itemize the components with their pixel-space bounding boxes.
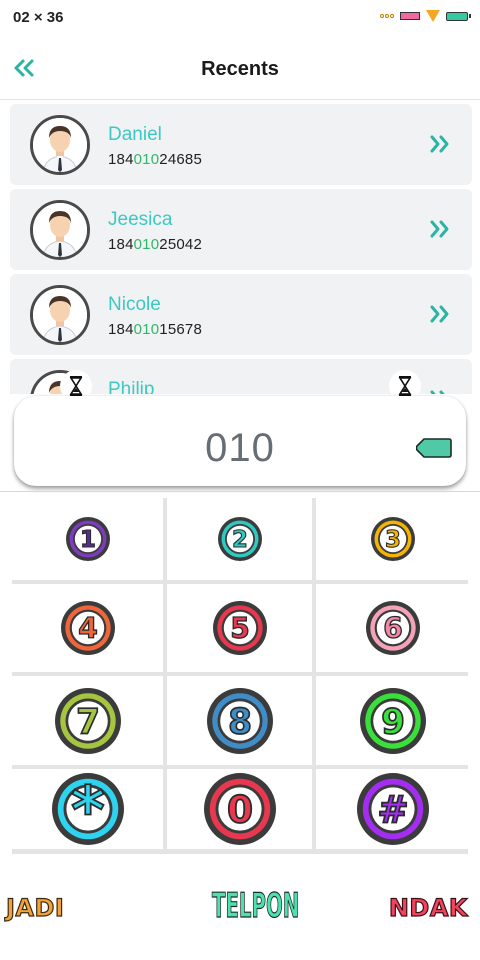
contact-number: 18401024685: [108, 151, 202, 168]
key-5-button[interactable]: 5: [167, 584, 312, 672]
avatar: [30, 200, 90, 260]
jadi-button[interactable]: JADI: [5, 893, 64, 922]
double-chevron-right-icon: [430, 390, 445, 394]
double-chevron-right-icon: [430, 220, 449, 238]
key-label: 9: [381, 702, 405, 742]
status-icons: [380, 10, 471, 22]
key-3-icon: 3: [371, 517, 415, 561]
contact-name: Jeesica: [108, 209, 173, 230]
key-label: 6: [383, 612, 403, 645]
key-label: 8: [228, 702, 252, 742]
key-label: 1: [80, 527, 96, 553]
divider: [0, 491, 480, 492]
key-1-button[interactable]: 1: [12, 498, 163, 580]
key-5-icon: 5: [212, 601, 267, 655]
key-label: *: [71, 773, 105, 847]
key-2-button[interactable]: 2: [167, 498, 312, 580]
key-9-button[interactable]: 9: [316, 676, 470, 765]
more-dots-icon: [380, 14, 394, 18]
keypad: 1 2 3 4 5 6 7 8 9 * 0 #: [12, 498, 470, 854]
key-label: 2: [232, 527, 248, 553]
key-8-icon: 8: [206, 687, 273, 754]
key-6-button[interactable]: 6: [316, 584, 470, 672]
avatar: [30, 285, 90, 345]
key-label: 3: [385, 527, 401, 553]
key-label: 4: [78, 612, 98, 645]
ndak-button[interactable]: NDAK: [388, 893, 468, 922]
key-1-icon: 1: [65, 517, 110, 561]
contact-name: Daniel: [108, 124, 162, 145]
page-title: Recents: [201, 58, 279, 80]
key-label: 7: [76, 702, 100, 742]
recents-list: Daniel 18401024685 Jeesica 18401025042 N…: [10, 104, 472, 394]
dial-input-card: 010: [14, 396, 466, 486]
key-0-button[interactable]: 0: [167, 769, 312, 849]
call-contact-button[interactable]: [428, 132, 452, 156]
call-contact-button[interactable]: [428, 387, 452, 394]
wifi-icon: [426, 10, 440, 22]
dial-input[interactable]: 010: [14, 426, 466, 471]
backspace-button[interactable]: [415, 438, 452, 458]
key-7-icon: 7: [54, 687, 121, 754]
backspace-icon: [415, 438, 452, 458]
telpon-button[interactable]: TELPON: [212, 885, 300, 926]
key-9-icon: 9: [360, 687, 426, 754]
contact-number: 18401025042: [108, 236, 202, 253]
contact-item-jeesica[interactable]: Jeesica 18401025042: [10, 189, 472, 270]
dialer-screen: 02 × 36 Recents Daniel 18401024685 Jeesi…: [0, 0, 480, 960]
key-hash-icon: #: [357, 773, 429, 845]
double-chevron-right-icon: [430, 305, 449, 323]
battery-icon: [446, 11, 471, 21]
header: Recents: [0, 40, 480, 100]
key-2-icon: 2: [217, 517, 262, 561]
status-bar: 02 × 36: [0, 0, 480, 34]
contact-item-daniel[interactable]: Daniel 18401024685: [10, 104, 472, 185]
notification-icon: [400, 12, 420, 20]
call-contact-button[interactable]: [428, 217, 452, 241]
contact-name: Nicole: [108, 294, 161, 315]
key-3-button[interactable]: 3: [316, 498, 470, 580]
key-0-icon: 0: [203, 773, 276, 845]
avatar: [30, 115, 90, 175]
key-star-button[interactable]: *: [12, 769, 163, 849]
key-4-icon: 4: [60, 601, 115, 655]
double-chevron-right-icon: [430, 135, 449, 153]
key-label: 5: [230, 612, 250, 645]
key-label: 0: [226, 787, 252, 831]
key-hash-button[interactable]: #: [316, 769, 470, 849]
contact-name: Philip: [108, 379, 155, 394]
key-8-button[interactable]: 8: [167, 676, 312, 765]
status-time: 02 × 36: [13, 9, 64, 26]
contact-item-nicole[interactable]: Nicole 18401015678: [10, 274, 472, 355]
bottom-actions: JADI TELPON NDAK: [0, 878, 480, 938]
key-6-icon: 6: [366, 601, 420, 655]
key-7-button[interactable]: 7: [12, 676, 163, 765]
call-contact-button[interactable]: [428, 302, 452, 326]
key-label: #: [377, 787, 408, 831]
key-4-button[interactable]: 4: [12, 584, 163, 672]
key-star-icon: *: [51, 772, 124, 847]
contact-number: 18401015678: [108, 321, 202, 338]
